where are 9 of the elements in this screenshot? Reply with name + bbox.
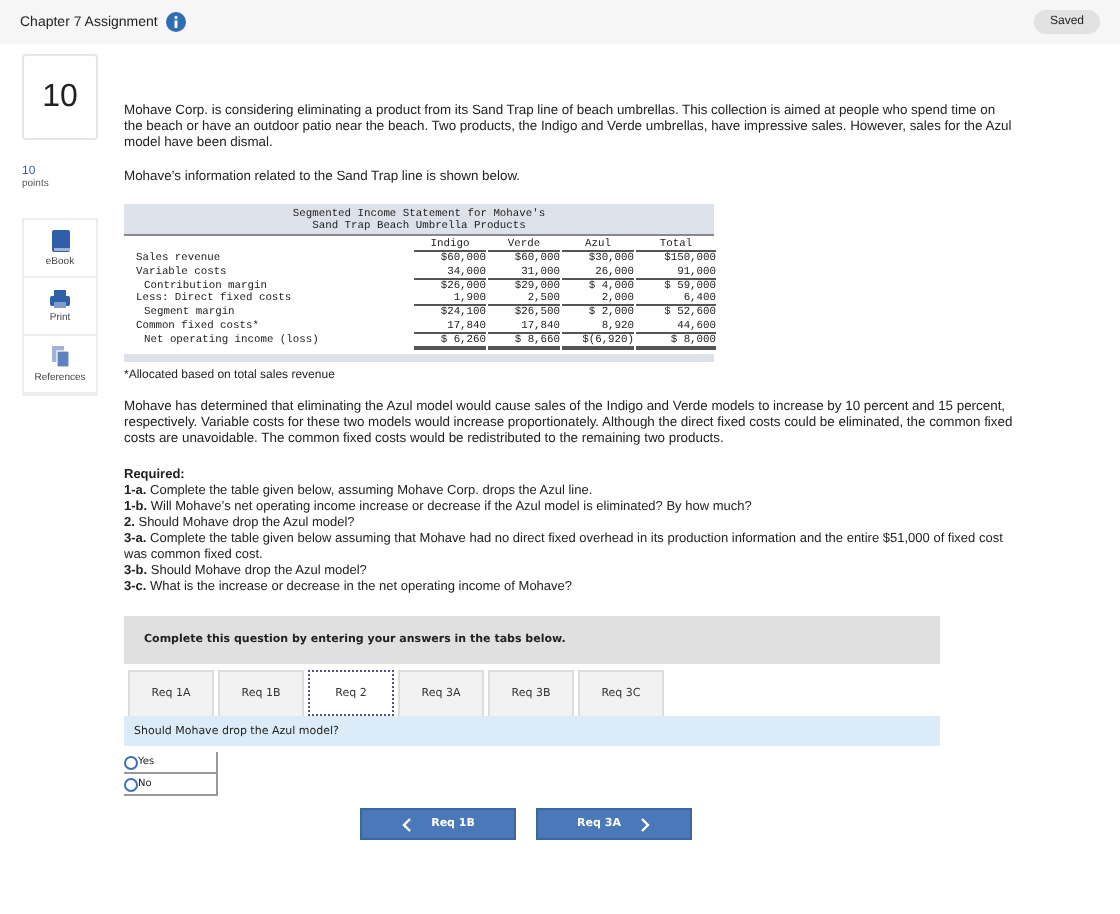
documents-icon: [51, 345, 69, 367]
question-number: 10: [22, 54, 98, 140]
book-icon: [51, 229, 69, 251]
printer-icon: [50, 289, 70, 307]
chevron-right-icon: [640, 817, 651, 832]
chevron-left-icon: [401, 817, 412, 832]
radio-button[interactable]: [124, 755, 138, 770]
info-icon: [165, 12, 186, 32]
radio-button[interactable]: [124, 777, 138, 792]
